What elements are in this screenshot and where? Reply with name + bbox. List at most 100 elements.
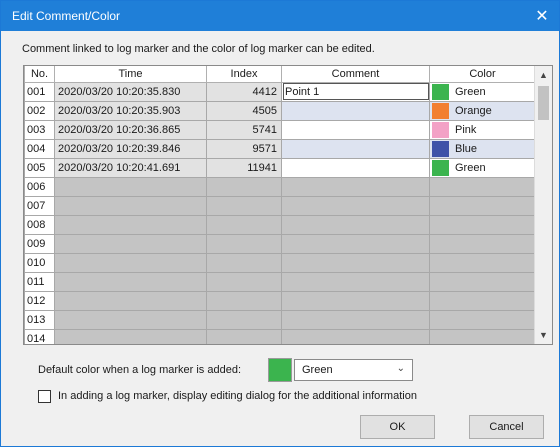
color-swatch xyxy=(432,121,449,138)
color-name: Green xyxy=(455,85,486,98)
comment-cell[interactable] xyxy=(281,195,430,216)
table-row[interactable]: 013 xyxy=(24,309,536,330)
index-cell xyxy=(206,290,282,311)
index-cell: 4412 xyxy=(206,81,282,102)
comment-cell[interactable] xyxy=(281,328,430,344)
table-row[interactable]: 006 xyxy=(24,176,536,197)
table-row[interactable]: 012 xyxy=(24,290,536,311)
comment-cell[interactable] xyxy=(281,309,430,330)
index-cell: 4505 xyxy=(206,100,282,121)
time-cell xyxy=(54,176,207,197)
scrollbar-thumb[interactable] xyxy=(538,86,549,120)
color-cell[interactable] xyxy=(429,290,536,311)
color-swatch xyxy=(432,140,449,157)
column-header-time[interactable]: Time xyxy=(54,66,207,83)
comment-cell[interactable]: Point 1 xyxy=(281,81,430,102)
default-color-swatch xyxy=(268,358,292,382)
vertical-scrollbar[interactable]: ▲ ▼ xyxy=(534,66,552,344)
time-cell: 2020/03/20 10:20:39.846 xyxy=(54,138,207,159)
color-cell[interactable] xyxy=(429,271,536,292)
comment-cell[interactable] xyxy=(281,176,430,197)
column-header-color[interactable]: Color xyxy=(429,66,536,83)
table-row[interactable]: 008 xyxy=(24,214,536,235)
comment-cell[interactable] xyxy=(281,119,430,140)
edit-comment-color-dialog: Edit Comment/Color ✕ Comment linked to l… xyxy=(0,0,560,447)
color-cell[interactable] xyxy=(429,328,536,344)
color-cell[interactable]: Green xyxy=(429,157,536,178)
comment-cell[interactable] xyxy=(281,157,430,178)
column-header-index[interactable]: Index xyxy=(206,66,282,83)
marker-grid: No. Time Index Comment Color 001 2020/03/… xyxy=(23,65,553,345)
close-icon[interactable]: ✕ xyxy=(525,1,559,31)
time-cell xyxy=(54,214,207,235)
row-number-cell: 003 xyxy=(24,119,55,140)
time-cell: 2020/03/20 10:20:35.903 xyxy=(54,100,207,121)
time-cell xyxy=(54,328,207,344)
default-color-label: Default color when a log marker is added… xyxy=(38,364,241,376)
row-number-cell: 011 xyxy=(24,271,55,292)
comment-cell[interactable] xyxy=(281,233,430,254)
chevron-up-icon[interactable]: ▲ xyxy=(535,67,552,83)
time-cell xyxy=(54,290,207,311)
table-row[interactable]: 005 2020/03/20 10:20:41.691 11941 Green xyxy=(24,157,536,178)
table-row[interactable]: 002 2020/03/20 10:20:35.903 4505 Orange xyxy=(24,100,536,121)
color-cell[interactable] xyxy=(429,252,536,273)
title-bar: Edit Comment/Color ✕ xyxy=(1,1,559,31)
row-number-cell: 005 xyxy=(24,157,55,178)
table-body: 001 2020/03/20 10:20:35.830 4412 Point 1 Gre… xyxy=(24,81,536,344)
index-cell xyxy=(206,195,282,216)
color-swatch xyxy=(432,102,449,119)
color-cell[interactable] xyxy=(429,195,536,216)
color-cell[interactable]: Orange xyxy=(429,100,536,121)
display-dialog-label[interactable]: In adding a log marker, display editing … xyxy=(58,390,417,402)
table-row[interactable]: 003 2020/03/20 10:20:36.865 5741 Pink xyxy=(24,119,536,140)
color-cell[interactable] xyxy=(429,233,536,254)
comment-cell[interactable] xyxy=(281,100,430,121)
time-cell xyxy=(54,309,207,330)
comment-cell[interactable] xyxy=(281,138,430,159)
time-cell xyxy=(54,233,207,254)
time-cell xyxy=(54,271,207,292)
table-row[interactable]: 014 xyxy=(24,328,536,344)
color-cell[interactable] xyxy=(429,176,536,197)
table-row[interactable]: 001 2020/03/20 10:20:35.830 4412 Point 1 Gre… xyxy=(24,81,536,102)
comment-cell[interactable] xyxy=(281,271,430,292)
column-header-comment[interactable]: Comment xyxy=(281,66,430,83)
table-row[interactable]: 004 2020/03/20 10:20:39.846 9571 Blue xyxy=(24,138,536,159)
chevron-down-icon[interactable]: ▼ xyxy=(535,327,552,343)
color-name: Pink xyxy=(455,123,477,136)
color-cell[interactable]: Blue xyxy=(429,138,536,159)
color-cell[interactable]: Pink xyxy=(429,119,536,140)
index-cell: 5741 xyxy=(206,119,282,140)
column-header-no[interactable]: No. xyxy=(24,66,55,83)
color-cell[interactable]: Green xyxy=(429,81,536,102)
color-name: Blue xyxy=(455,142,478,155)
index-cell xyxy=(206,176,282,197)
color-swatch xyxy=(432,159,449,176)
comment-cell[interactable] xyxy=(281,252,430,273)
dialog-title: Edit Comment/Color xyxy=(12,9,121,23)
table-row[interactable]: 007 xyxy=(24,195,536,216)
time-cell: 2020/03/20 10:20:36.865 xyxy=(54,119,207,140)
comment-cell[interactable] xyxy=(281,214,430,235)
row-number-cell: 007 xyxy=(24,195,55,216)
color-name: Orange xyxy=(455,104,492,117)
table-row[interactable]: 009 xyxy=(24,233,536,254)
row-number-cell: 012 xyxy=(24,290,55,311)
color-cell[interactable] xyxy=(429,214,536,235)
index-cell xyxy=(206,233,282,254)
ok-button[interactable]: OK xyxy=(360,415,435,439)
table-row[interactable]: 011 xyxy=(24,271,536,292)
table-row[interactable]: 010 xyxy=(24,252,536,273)
color-cell[interactable] xyxy=(429,309,536,330)
color-name: Green xyxy=(455,161,486,174)
index-cell: 9571 xyxy=(206,138,282,159)
display-dialog-checkbox[interactable] xyxy=(38,390,51,403)
cancel-button[interactable]: Cancel xyxy=(469,415,544,439)
color-swatch xyxy=(432,83,449,100)
index-cell xyxy=(206,252,282,273)
marker-table: No. Time Index Comment Color 001 2020/03/… xyxy=(24,66,536,344)
comment-cell[interactable] xyxy=(281,290,430,311)
default-color-dropdown[interactable]: Green ⌄ xyxy=(294,359,413,381)
index-cell: 11941 xyxy=(206,157,282,178)
